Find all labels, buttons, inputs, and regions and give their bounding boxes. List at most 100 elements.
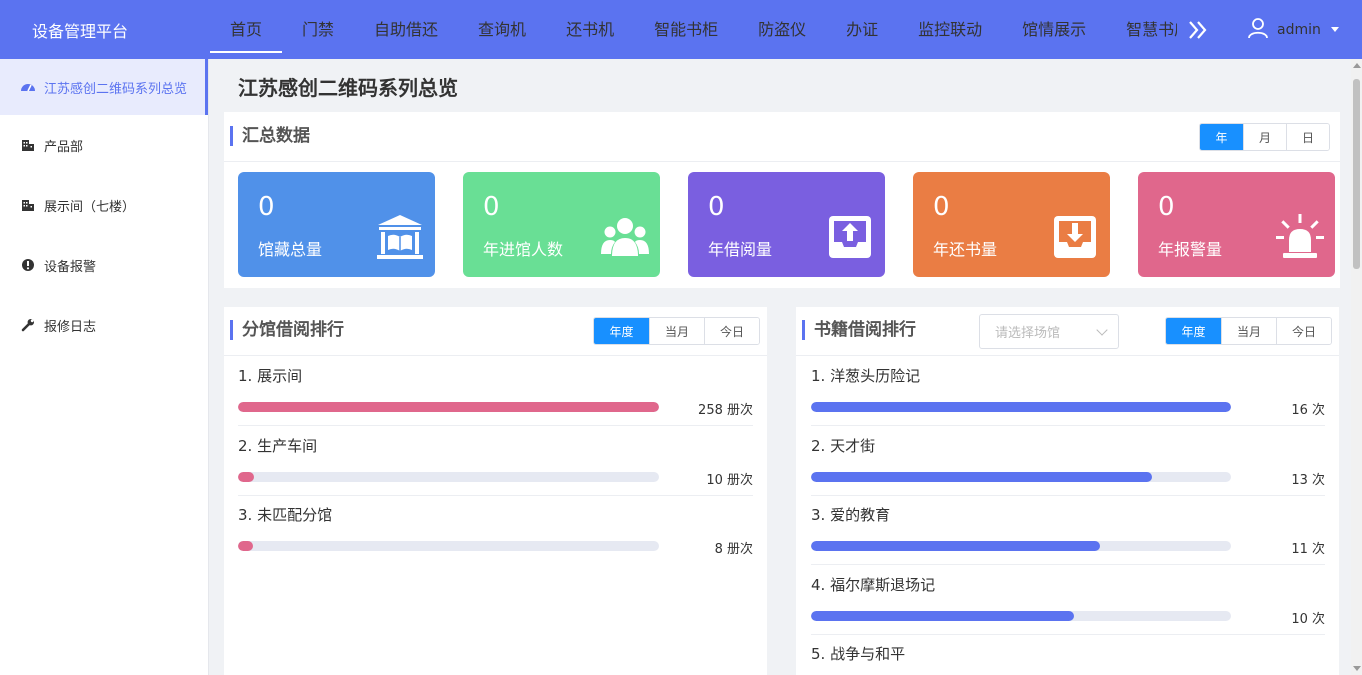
book-period-option-1[interactable]: 当月 [1221,318,1276,344]
book-rank-bar-fill [811,541,1100,551]
book-period-option-2[interactable]: 今日 [1276,318,1331,344]
book-rank-value: 13 次 [1291,472,1325,488]
top-nav: 首页门禁自助借还查询机还书机智能书柜防盗仪办证监控联动馆情展示智慧书店 [209,0,1177,59]
nav-more-icon[interactable] [1186,18,1212,42]
stat-label: 年还书量 [933,240,998,259]
sidebar-item-label: 设备报警 [44,259,97,275]
branch-rank-bar-fill [238,541,253,551]
stat-card-4: 0 年报警量 [1138,172,1335,277]
summary-title: 汇总数据 [230,126,310,146]
sidebar-item-label: 展示间（七楼） [44,199,136,215]
nav-item-4[interactable]: 还书机 [546,0,634,59]
sidebar-item-2[interactable]: 展示间（七楼） [0,175,208,235]
wrench-icon [20,317,36,333]
stat-label: 年借阅量 [708,240,773,259]
venue-select[interactable]: 请选择场馆 [979,314,1119,349]
summary-period-option-1[interactable]: 月 [1243,124,1286,150]
book-rank-name: 5. 战争与和平 [811,645,906,663]
nav-item-10[interactable]: 智慧书店 [1106,0,1177,59]
book-rank-bar-fill [811,402,1231,412]
branch-rank-name: 2. 生产车间 [238,436,318,455]
book-rank-bar-track [811,402,1231,412]
branch-rank-card: 分馆借阅排行 [224,307,767,675]
book-rank-row-divider [811,494,1325,496]
page-title: 江苏感创二维码系列总览 [238,76,458,100]
sidebar-item-label: 产品部 [44,139,84,155]
stat-card-0: 0 馆藏总量 [238,172,435,277]
branch-period-option-0[interactable]: 年度 [594,318,649,344]
stat-label: 年进馆人数 [483,240,564,259]
book-rank-bar-track [811,541,1231,551]
nav-item-9[interactable]: 馆情展示 [1002,0,1106,59]
branch-rank-bar-track [238,541,659,551]
book-rank-divider [796,355,1339,356]
summary-period-option-0[interactable]: 年 [1200,124,1243,150]
branch-rank-bar-track [238,471,659,482]
nav-item-1[interactable]: 门禁 [282,0,354,59]
nav-item-6[interactable]: 防盗仪 [738,0,826,59]
branch-rank-name: 1. 展示间 [238,367,303,385]
stat-value: 0 [258,192,275,222]
branch-rank-title: 分馆借阅排行 [230,320,344,340]
dashboard-icon [20,79,36,95]
summary-period-switch: 年月日 [1199,123,1330,151]
book-rank-bar-fill [811,610,1074,621]
brand-title: 设备管理平台 [32,21,129,41]
library-icon [375,212,425,262]
page-scrollbar[interactable] [1351,59,1362,675]
venue-select-placeholder: 请选择场馆 [995,326,1061,341]
scroll-up-icon[interactable] [1353,63,1361,68]
branch-rank-bar-fill [238,471,255,482]
branch-rank-row-divider [238,425,753,426]
sidebar-item-4[interactable]: 报修日志 [0,295,208,355]
branch-rank-bar-fill [238,402,659,412]
nav-item-7[interactable]: 办证 [826,0,898,59]
branch-period-switch: 年度 当月 今日 [593,317,760,345]
branch-rank-name: 3. 未匹配分馆 [238,506,333,524]
book-rank-row-divider [811,564,1325,565]
book-rank-bar-fill [811,471,1153,482]
siren-icon [1275,212,1325,262]
nav-item-0[interactable]: 首页 [210,0,283,59]
nav-item-3[interactable]: 查询机 [458,0,546,59]
book-rank-name: 3. 爱的教育 [811,506,891,524]
book-rank-bar-track [811,610,1231,621]
branch-rank-value: 8 册次 [714,542,753,557]
branch-rank-divider [224,355,767,356]
nav-item-5[interactable]: 智能书柜 [634,0,738,59]
stat-value: 0 [1158,192,1175,222]
book-rank-name: 2. 天才街 [811,436,876,455]
summary-period-option-2[interactable]: 日 [1286,124,1329,150]
stat-card-2: 0 年借阅量 [688,172,885,277]
branch-rank-value: 258 册次 [698,403,753,418]
scroll-down-icon[interactable] [1353,666,1361,671]
sidebar-item-0[interactable]: 江苏感创二维码系列总览 [0,59,208,115]
user-icon [1247,17,1269,43]
nav-item-8[interactable]: 监控联动 [898,0,1002,59]
book-rank-name: 4. 福尔摩斯退场记 [811,575,936,594]
stat-label: 年报警量 [1158,240,1223,259]
book-rank-value: 11 次 [1291,542,1325,557]
stat-value: 0 [483,192,500,222]
stat-card-3: 0 年还书量 [913,172,1110,277]
book-period-option-0[interactable]: 年度 [1166,318,1221,344]
nav-item-2[interactable]: 自助借还 [354,0,458,59]
book-rank-title: 书籍借阅排行 [802,320,916,340]
book-period-switch: 年度 当月 今日 [1165,317,1332,345]
branch-period-option-1[interactable]: 当月 [649,318,704,344]
stat-label: 馆藏总量 [258,240,323,259]
branch-period-option-2[interactable]: 今日 [704,318,759,344]
building-icon [20,137,36,153]
users-icon [600,212,650,262]
sidebar: 江苏感创二维码系列总览产品部展示间（七楼） 设备报警报修日志 [0,59,209,675]
sidebar-item-1[interactable]: 产品部 [0,115,208,175]
scroll-thumb[interactable] [1353,79,1360,269]
stat-value: 0 [933,192,950,222]
chevron-down-icon [1096,324,1108,336]
book-rank-value: 16 次 [1291,403,1325,418]
book-rank-name: 1. 洋葱头历险记 [811,367,921,385]
sidebar-item-3[interactable]: 设备报警 [0,235,208,295]
branch-rank-bar-track [238,402,659,412]
user-menu[interactable]: admin [1247,0,1339,59]
borrow-icon [825,212,875,262]
